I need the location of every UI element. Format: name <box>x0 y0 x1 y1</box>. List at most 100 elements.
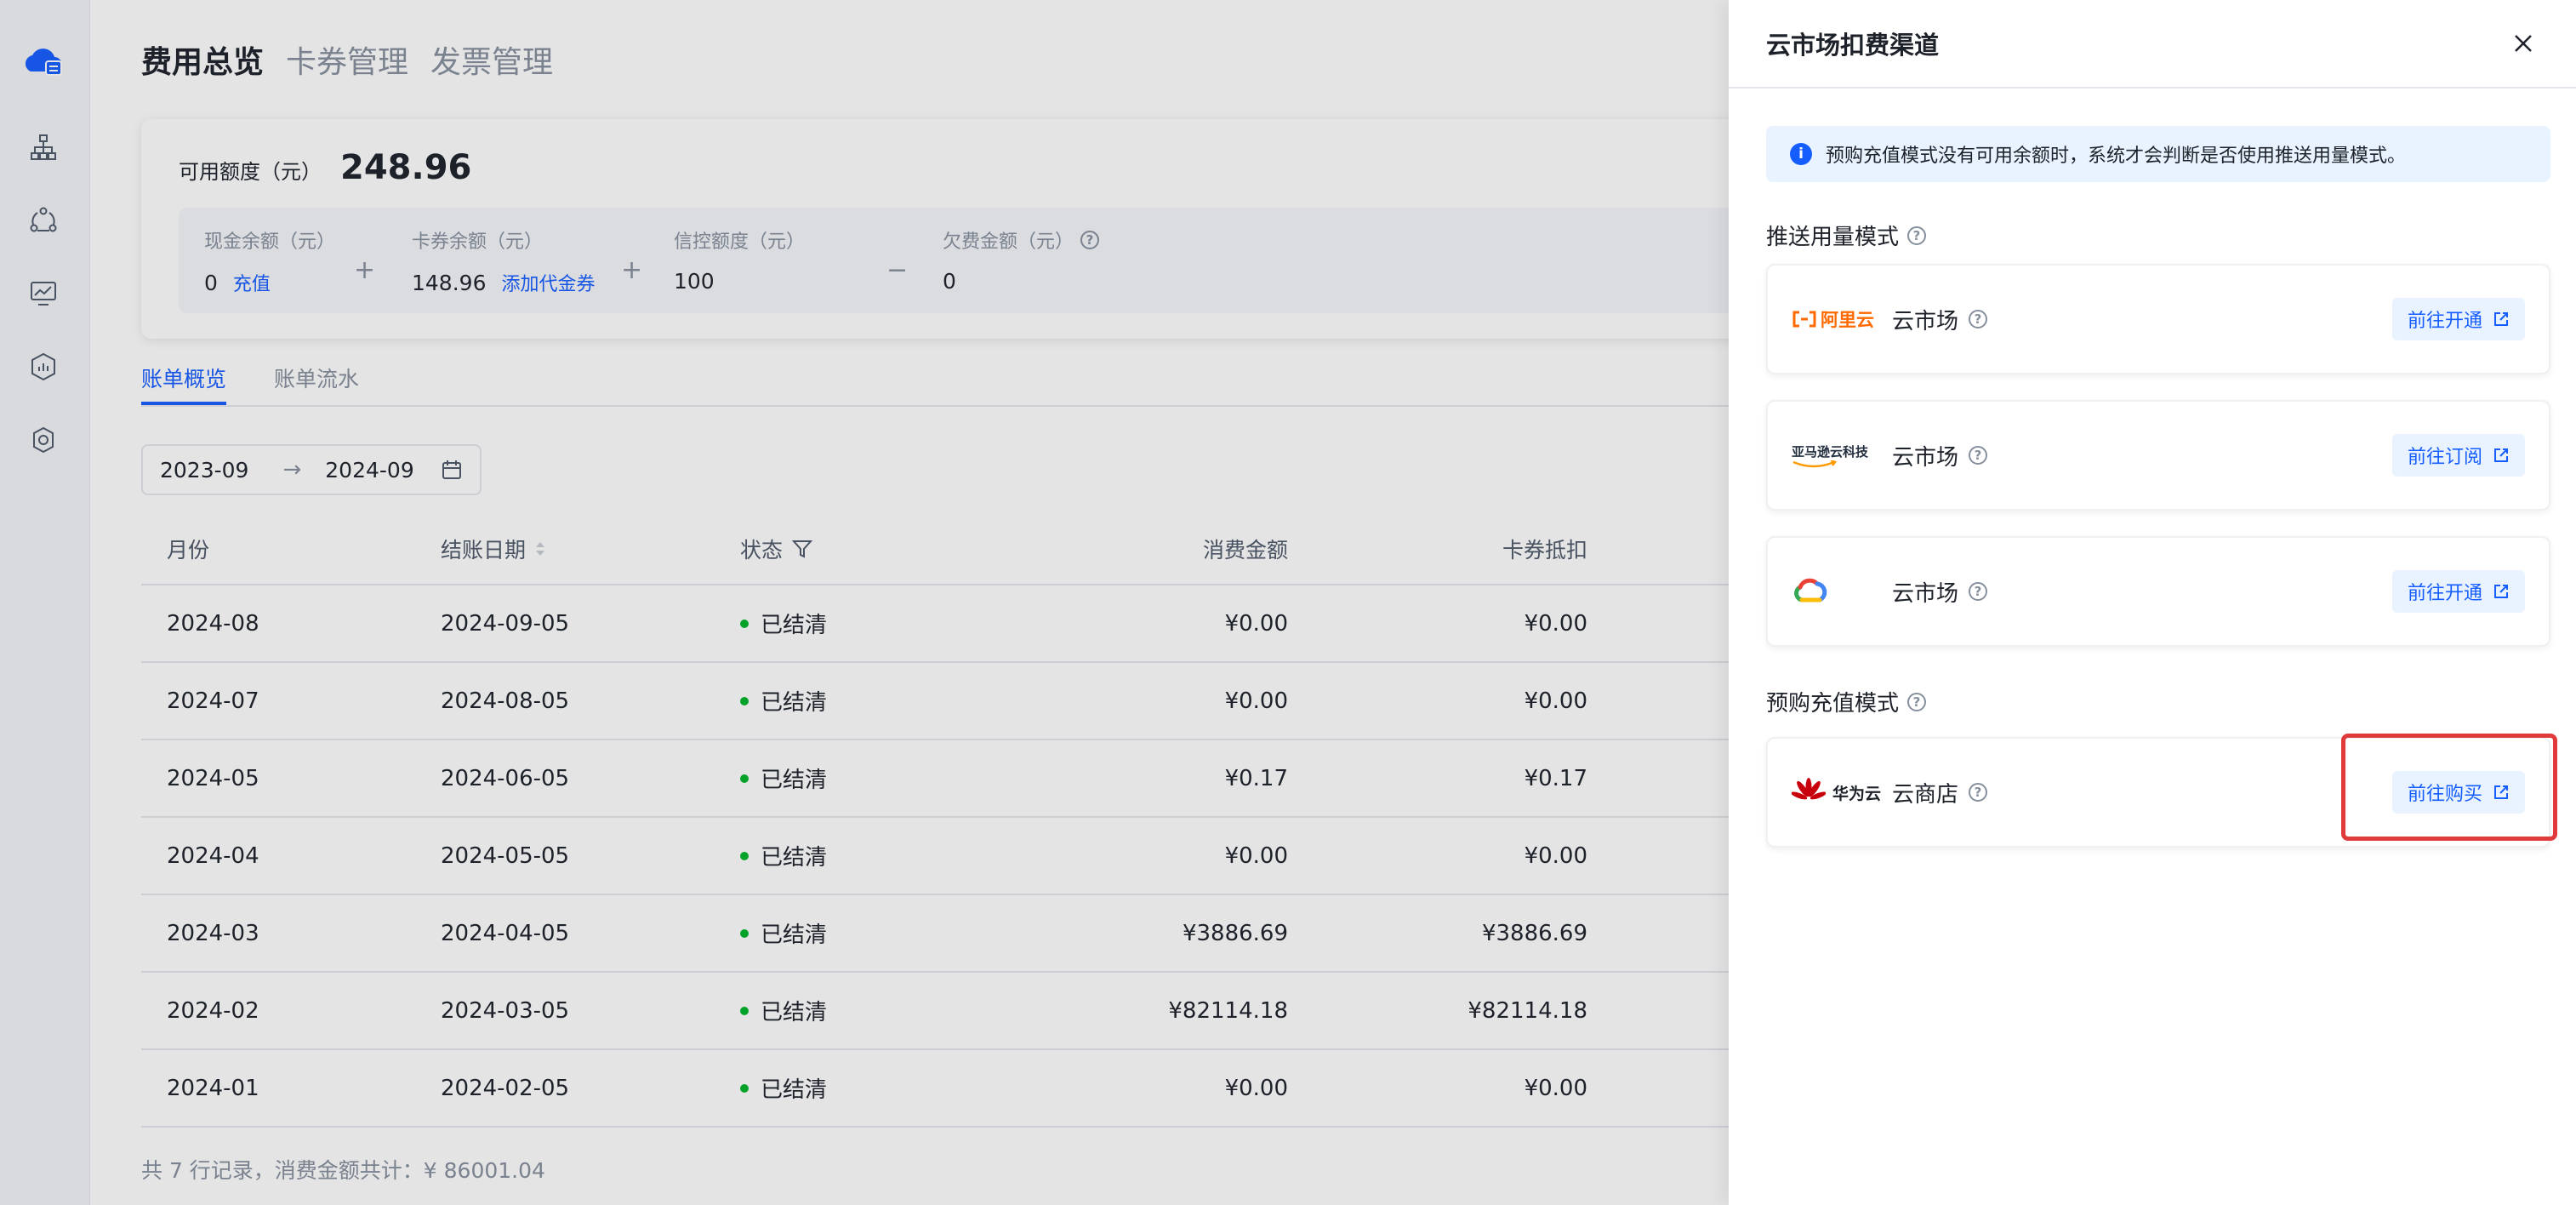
cell-settlement-date: 2024-04-05 <box>441 921 740 946</box>
available-credit: 可用额度（元） 248.96 <box>179 148 471 187</box>
cell-month-text: 2024-07 <box>167 688 259 714</box>
status-dot-icon <box>740 696 749 705</box>
cell-consumption: ¥0.00 <box>1040 1076 1288 1101</box>
end-month[interactable]: 2024-09 <box>325 458 413 483</box>
column-consumption: 消费金额 <box>1202 538 1288 563</box>
sort-icon[interactable] <box>534 540 546 558</box>
cell-settlement-date-text: 2024-04-05 <box>441 920 570 946</box>
cloud-logo-icon[interactable] <box>20 43 65 78</box>
cell-status-text: 已结清 <box>761 613 828 638</box>
help-icon[interactable]: ? <box>1907 692 1927 711</box>
cell-month-text: 2024-04 <box>167 842 259 869</box>
external-link-icon <box>2494 312 2508 326</box>
info-text: 预购充值模式没有可用余额时，系统才会判断是否使用推送用量模式。 <box>1826 146 2407 167</box>
drawer-title: 云市场扣费渠道 <box>1766 31 1940 60</box>
tab-coupon-management[interactable]: 卡券管理 <box>286 37 408 82</box>
column-status-label: 状态 <box>740 538 784 563</box>
channel-amazon: 亚马逊云科技 云市场 ? 前往订阅 <box>1766 400 2550 511</box>
monitor-icon[interactable] <box>26 276 61 311</box>
open-google-cloud-button[interactable]: 前往开通 <box>2391 570 2525 613</box>
cell-coupon-deduction: ¥0.00 <box>1288 1076 1587 1101</box>
tab-bill-overview[interactable]: 账单概览 <box>141 363 227 405</box>
cell-settlement-date: 2024-09-05 <box>441 611 740 637</box>
cluster-icon[interactable] <box>26 203 61 238</box>
coupon-balance-label: 卡券余额（元） <box>412 231 544 253</box>
cell-consumption: ¥0.17 <box>1040 766 1288 791</box>
info-icon: i <box>1790 143 1812 165</box>
recharge-link[interactable]: 充值 <box>233 269 271 296</box>
cell-coupon-deduction-text: ¥0.00 <box>1524 842 1587 869</box>
plus-operator: + <box>354 255 376 285</box>
settings-icon[interactable] <box>26 422 61 458</box>
start-month[interactable]: 2023-09 <box>160 458 248 483</box>
aliyun-logo: 阿里云 <box>1792 302 1884 336</box>
cell-consumption-text: ¥0.00 <box>1224 688 1288 714</box>
filter-icon[interactable] <box>791 538 813 560</box>
credit-limit-value: 100 <box>674 269 715 294</box>
cell-status-text: 已结清 <box>761 1077 828 1103</box>
cash-balance-value: 0 <box>204 271 218 295</box>
info-alert: i 预购充值模式没有可用余额时，系统才会判断是否使用推送用量模式。 <box>1766 126 2550 182</box>
calendar-icon[interactable] <box>441 459 463 481</box>
cell-consumption-text: ¥82114.18 <box>1168 997 1288 1024</box>
tab-invoice-management[interactable]: 发票管理 <box>430 37 553 82</box>
add-voucher-link[interactable]: 添加代金券 <box>501 269 595 296</box>
cell-month-text: 2024-01 <box>167 1075 259 1101</box>
button-label: 前往开通 <box>2407 311 2482 332</box>
huawei-logo: 华为云 <box>1792 775 1884 809</box>
cell-month: 2024-03 <box>141 921 441 946</box>
amazon-logo-text: 亚马逊云科技 <box>1792 443 1869 460</box>
help-icon[interactable]: ? <box>1080 231 1100 249</box>
channel-aliyun: 阿里云 云市场 ? 前往开通 <box>1766 264 2550 374</box>
cell-settlement-date-text: 2024-06-05 <box>441 765 570 791</box>
cell-month: 2024-08 <box>141 611 441 637</box>
cell-month-text: 2024-03 <box>167 920 259 946</box>
network-icon[interactable] <box>26 129 61 165</box>
cell-coupon-deduction-text: ¥0.00 <box>1524 610 1587 637</box>
page-tabs: 费用总览 卡券管理 发票管理 <box>141 37 553 82</box>
cell-coupon-deduction-text: ¥0.00 <box>1524 688 1587 714</box>
plus-operator: + <box>621 255 643 285</box>
cell-consumption-text: ¥0.17 <box>1224 765 1288 791</box>
cell-coupon-deduction: ¥0.00 <box>1288 611 1587 637</box>
huawei-flower-icon <box>1792 778 1826 800</box>
cell-month-text: 2024-02 <box>167 997 259 1024</box>
cell-coupon-deduction: ¥3886.69 <box>1288 921 1587 946</box>
column-coupon-deduction: 卡券抵扣 <box>1502 538 1587 563</box>
external-link-icon <box>2494 585 2508 598</box>
cell-status: 已结清 <box>740 917 1040 949</box>
help-icon[interactable]: ? <box>1969 783 1988 802</box>
column-settlement-date[interactable]: 结账日期 <box>441 534 740 564</box>
left-nav <box>0 0 90 1205</box>
date-range-picker[interactable]: 2023-09 → 2024-09 <box>141 444 482 495</box>
coupon-balance-value: 148.96 <box>412 271 487 295</box>
help-icon[interactable]: ? <box>1969 446 1988 465</box>
cell-settlement-date: 2024-02-05 <box>441 1076 740 1101</box>
cell-status: 已结清 <box>740 840 1040 871</box>
channel-name: 云市场 <box>1892 444 1959 471</box>
cell-month: 2024-07 <box>141 688 441 714</box>
cell-coupon-deduction-text: ¥82114.18 <box>1468 997 1587 1024</box>
open-aliyun-button[interactable]: 前往开通 <box>2391 298 2525 340</box>
prepaid-mode-section: 预购充值模式 ? <box>1766 686 1927 717</box>
cell-month: 2024-02 <box>141 998 441 1024</box>
arrears-amount: 欠费金额（元） ? 0 <box>943 226 1100 294</box>
cell-settlement-date-text: 2024-03-05 <box>441 997 570 1024</box>
push-mode-section: 推送用量模式 ? <box>1766 220 1927 251</box>
tab-bill-transactions[interactable]: 账单流水 <box>274 363 359 405</box>
huawei-logo-text: 华为云 <box>1832 784 1882 803</box>
range-arrow: → <box>282 457 302 483</box>
available-credit-label: 可用额度（元） <box>179 160 322 184</box>
cell-month: 2024-04 <box>141 843 441 869</box>
close-icon[interactable] <box>2508 28 2539 59</box>
help-icon[interactable]: ? <box>1969 310 1988 328</box>
help-icon[interactable]: ? <box>1969 582 1988 601</box>
cell-coupon-deduction: ¥0.00 <box>1288 688 1587 714</box>
subscribe-amazon-button[interactable]: 前往订阅 <box>2391 434 2525 477</box>
report-icon[interactable] <box>26 349 61 385</box>
channel-name: 云商店 <box>1892 781 1959 808</box>
tab-cost-overview[interactable]: 费用总览 <box>141 37 264 82</box>
status-dot-icon <box>740 619 749 628</box>
help-icon[interactable]: ? <box>1907 226 1927 245</box>
button-label: 前往订阅 <box>2407 447 2482 468</box>
